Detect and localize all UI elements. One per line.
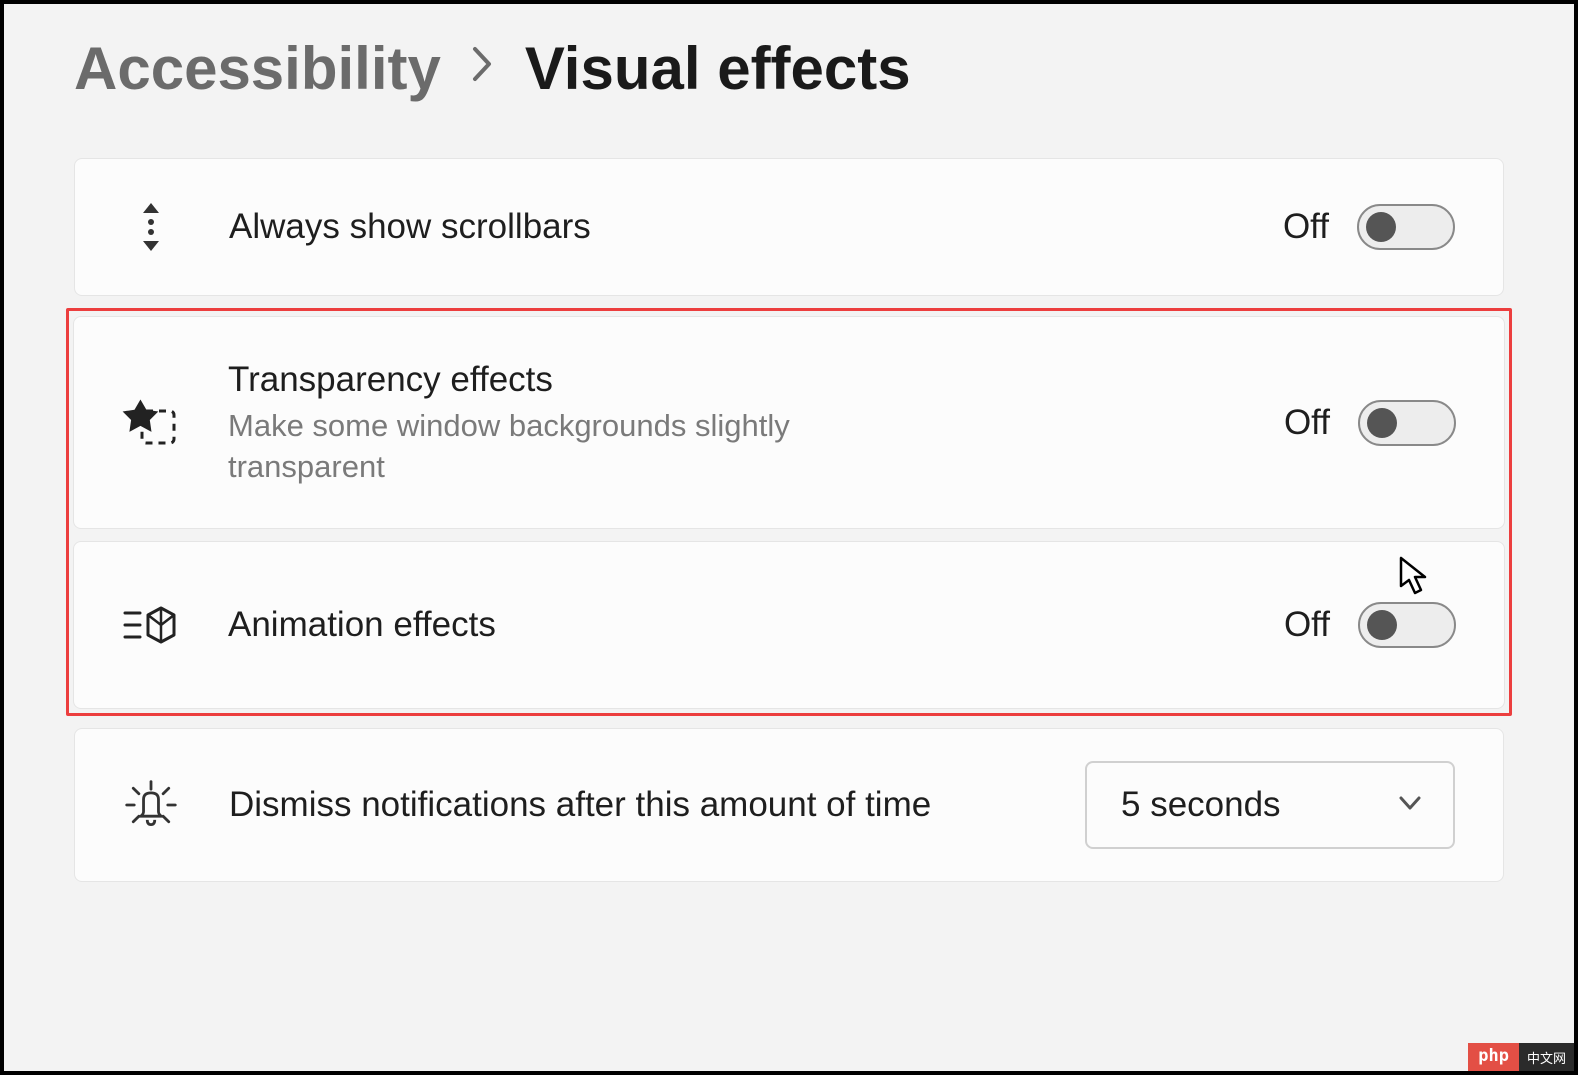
setting-row-scrollbars: Always show scrollbars Off [74, 158, 1504, 296]
transparency-icon [122, 395, 178, 451]
page-title: Visual effects [525, 34, 911, 103]
notification-bell-icon [123, 777, 179, 833]
animation-toggle[interactable] [1358, 602, 1456, 648]
animation-icon [122, 597, 178, 653]
dismiss-duration-dropdown[interactable]: 5 seconds [1085, 761, 1455, 849]
toggle-state-label: Off [1284, 403, 1330, 443]
toggle-state-label: Off [1284, 605, 1330, 645]
watermark-badge: php 中文网 [1468, 1043, 1574, 1071]
scrollbar-icon [123, 199, 179, 255]
chevron-right-icon [471, 45, 495, 93]
breadcrumb: Accessibility Visual effects [74, 34, 1504, 103]
toggle-thumb [1366, 212, 1396, 242]
transparency-toggle[interactable] [1358, 400, 1456, 446]
setting-title: Animation effects [228, 602, 948, 648]
setting-title: Transparency effects [228, 357, 948, 403]
chevron-down-icon [1397, 790, 1423, 821]
badge-right-text: 中文网 [1519, 1043, 1574, 1071]
setting-description: Make some window backgrounds slightly tr… [228, 405, 948, 489]
toggle-thumb [1367, 610, 1397, 640]
scrollbars-toggle[interactable] [1357, 204, 1455, 250]
setting-row-dismiss-notifications: Dismiss notifications after this amount … [74, 728, 1504, 882]
setting-title: Always show scrollbars [229, 204, 949, 250]
breadcrumb-parent-link[interactable]: Accessibility [74, 34, 441, 103]
setting-row-transparency: Transparency effects Make some window ba… [73, 316, 1505, 529]
setting-title: Dismiss notifications after this amount … [229, 782, 949, 828]
toggle-thumb [1367, 408, 1397, 438]
setting-row-animation: Animation effects Off [73, 541, 1505, 709]
toggle-state-label: Off [1283, 207, 1329, 247]
badge-left-text: php [1468, 1043, 1519, 1071]
highlighted-settings-group: Transparency effects Make some window ba… [66, 308, 1512, 716]
dropdown-selected-value: 5 seconds [1121, 785, 1281, 825]
